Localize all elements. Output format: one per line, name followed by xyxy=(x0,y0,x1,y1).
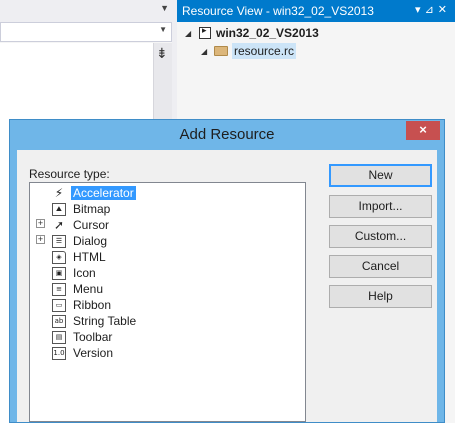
add-resource-dialog: Add Resource × Resource type: ⚡ Accelera… xyxy=(9,119,445,423)
tree-item-project[interactable]: ◢ win32_02_VS2013 xyxy=(185,24,319,42)
collapse-arrow-icon[interactable]: ◢ xyxy=(185,29,197,38)
close-icon: × xyxy=(419,122,427,137)
collapse-arrow-icon[interactable]: ◢ xyxy=(201,47,213,56)
dialog-title: Add Resource xyxy=(179,126,275,143)
list-item-version[interactable]: 1.0 Version xyxy=(52,345,115,361)
dialog-client-area: Resource type: ⚡ Accelerator ⛰ Bitmap + … xyxy=(17,150,437,422)
list-item-icon[interactable]: ▣ Icon xyxy=(52,265,98,281)
list-item-dialog[interactable]: ☰ Dialog xyxy=(52,233,109,249)
resource-view-titlebar: Resource View - win32_02_VS2013 ▾⊿✕ xyxy=(177,0,455,22)
resource-view-title: Resource View - win32_02_VS2013 xyxy=(182,4,374,18)
menu-icon: ≡ xyxy=(52,282,66,296)
expand-dialog-icon[interactable]: + xyxy=(36,235,45,244)
folder-icon xyxy=(213,44,229,58)
list-item-label: Accelerator xyxy=(71,186,136,200)
dialog-close-button[interactable]: × xyxy=(406,121,440,140)
help-button[interactable]: Help xyxy=(329,285,432,308)
tab-dropdown-icon[interactable]: ▼ xyxy=(160,3,169,13)
list-item-menu[interactable]: ≡ Menu xyxy=(52,281,105,297)
icon-resource-icon: ▣ xyxy=(52,266,66,280)
list-item-label: Dialog xyxy=(73,234,108,248)
list-item-label: Menu xyxy=(73,282,104,296)
resource-type-list[interactable]: ⚡ Accelerator ⛰ Bitmap + ➚ Cursor + ☰ Di… xyxy=(29,182,306,422)
cursor-icon: ➚ xyxy=(53,218,65,232)
list-item-html[interactable]: ◈ HTML xyxy=(52,249,108,265)
resource-type-label: Resource type: xyxy=(29,167,110,181)
list-item-accelerator[interactable]: ⚡ Accelerator xyxy=(52,185,136,201)
list-item-label: Toolbar xyxy=(73,330,113,344)
list-item-label: Ribbon xyxy=(73,298,112,312)
list-item-toolbar[interactable]: ▤ Toolbar xyxy=(52,329,114,345)
dialog-icon: ☰ xyxy=(52,234,66,248)
list-item-label: Cursor xyxy=(73,218,110,232)
list-item-string-table[interactable]: ab String Table xyxy=(52,313,138,329)
resource-file-label: resource.rc xyxy=(232,43,297,59)
ribbon-icon: ▭ xyxy=(52,298,66,312)
pin-icon[interactable]: ⊿ xyxy=(425,4,438,16)
tree-item-resource-file[interactable]: ◢ resource.rc xyxy=(201,42,297,60)
chevron-down-icon: ▼ xyxy=(159,25,167,34)
custom-button[interactable]: Custom... xyxy=(329,225,432,248)
list-item-cursor[interactable]: ➚ Cursor xyxy=(52,217,111,233)
list-item-label: Icon xyxy=(73,266,96,280)
version-icon: 1.0 xyxy=(52,346,66,360)
project-icon xyxy=(197,25,213,40)
new-button[interactable]: New xyxy=(329,164,432,187)
navigation-combobox[interactable]: ▼ xyxy=(0,22,172,42)
expand-cursor-icon[interactable]: + xyxy=(36,219,45,228)
list-item-label: Bitmap xyxy=(73,202,111,216)
import-button[interactable]: Import... xyxy=(329,195,432,218)
bitmap-icon: ⛰ xyxy=(52,202,66,216)
project-label: win32_02_VS2013 xyxy=(216,26,319,40)
panel-menu-icon[interactable]: ▾ xyxy=(415,4,425,16)
close-icon[interactable]: ✕ xyxy=(438,4,451,16)
string-table-icon: ab xyxy=(52,314,66,328)
cancel-button[interactable]: Cancel xyxy=(329,255,432,278)
list-item-label: Version xyxy=(73,346,114,360)
split-window-icon[interactable]: ⇟ xyxy=(156,46,168,60)
list-item-label: String Table xyxy=(73,314,137,328)
editor-tab-strip: ▼ xyxy=(0,0,175,22)
accelerator-icon: ⚡ xyxy=(54,186,64,200)
list-item-label: HTML xyxy=(73,250,106,264)
dialog-titlebar[interactable]: Add Resource × xyxy=(10,120,444,150)
list-item-ribbon[interactable]: ▭ Ribbon xyxy=(52,297,113,313)
list-item-bitmap[interactable]: ⛰ Bitmap xyxy=(52,201,112,217)
toolbar-icon: ▤ xyxy=(52,330,66,344)
html-icon: ◈ xyxy=(52,250,66,264)
